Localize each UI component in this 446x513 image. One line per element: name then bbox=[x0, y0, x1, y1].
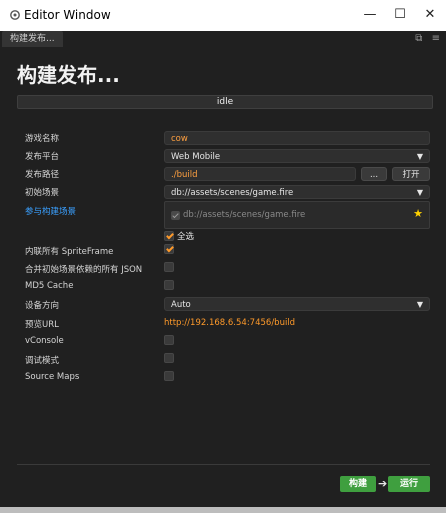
platform-select[interactable]: Web Mobile ▼ bbox=[164, 149, 430, 163]
popout-icon[interactable]: ⧉ bbox=[415, 33, 422, 44]
star-icon[interactable]: ★ bbox=[413, 207, 423, 220]
orientation-value: Auto bbox=[171, 300, 191, 310]
vconsole-checkbox[interactable] bbox=[164, 335, 174, 345]
inline-spriteframe-checkbox[interactable] bbox=[164, 244, 174, 254]
arrow-right-icon: ➔ bbox=[378, 477, 388, 490]
build-path-label: 发布路径 bbox=[25, 170, 60, 180]
md5-cache-label: MD5 Cache bbox=[25, 281, 74, 291]
maximize-button[interactable]: ☐ bbox=[385, 6, 415, 24]
select-all-checkbox[interactable] bbox=[164, 231, 174, 241]
start-scene-value: db://assets/scenes/game.fire bbox=[171, 188, 294, 198]
run-button[interactable]: 运行 bbox=[388, 476, 430, 492]
scene-path: db://assets/scenes/game.fire bbox=[183, 210, 306, 220]
debug-mode-label: 调试模式 bbox=[25, 356, 60, 366]
game-name-label: 游戏名称 bbox=[25, 134, 60, 144]
preview-url-link[interactable]: http://192.168.6.54:7456/build bbox=[164, 318, 295, 328]
source-maps-label: Source Maps bbox=[25, 372, 80, 382]
title-bar: Editor Window — ☐ ✕ bbox=[0, 0, 446, 31]
build-scenes-label: 参与构建场景 bbox=[25, 207, 77, 217]
scene-checkbox[interactable] bbox=[171, 211, 180, 220]
page-title: 构建发布... bbox=[17, 63, 120, 87]
game-name-input[interactable]: cow bbox=[164, 131, 430, 145]
orientation-label: 设备方向 bbox=[25, 301, 60, 311]
chevron-down-icon: ▼ bbox=[416, 152, 423, 161]
close-button[interactable]: ✕ bbox=[415, 6, 445, 24]
inline-spriteframe-label: 内联所有 SpriteFrame bbox=[25, 247, 114, 257]
select-all-label: 全选 bbox=[177, 232, 195, 242]
platform-value: Web Mobile bbox=[171, 152, 221, 162]
window-bottom-edge bbox=[0, 507, 446, 513]
chevron-down-icon: ▼ bbox=[416, 188, 423, 197]
tab-build-publish[interactable]: 构建发布... bbox=[2, 31, 63, 47]
window-title: Editor Window bbox=[24, 8, 111, 22]
orientation-select[interactable]: Auto ▼ bbox=[164, 297, 430, 311]
minimize-button[interactable]: — bbox=[355, 6, 385, 24]
start-scene-label: 初始场景 bbox=[25, 188, 60, 198]
merge-json-label: 合并初始场景依赖的所有 JSON bbox=[25, 265, 143, 275]
editor-window: Editor Window — ☐ ✕ 构建发布... ⧉ ≡ 构建发布... … bbox=[0, 0, 446, 513]
menu-icon[interactable]: ≡ bbox=[432, 33, 440, 44]
tab-actions: ⧉ ≡ bbox=[415, 33, 440, 44]
open-folder-button[interactable]: 打开 bbox=[392, 167, 430, 181]
platform-label: 发布平台 bbox=[25, 152, 60, 162]
source-maps-checkbox[interactable] bbox=[164, 371, 174, 381]
footer-divider bbox=[17, 464, 430, 465]
browse-button[interactable]: ... bbox=[361, 167, 387, 181]
build-progress-bar: idle bbox=[17, 95, 433, 109]
build-path-input[interactable]: ./build bbox=[164, 167, 356, 181]
merge-json-checkbox[interactable] bbox=[164, 262, 174, 272]
build-button[interactable]: 构建 bbox=[340, 476, 376, 492]
debug-mode-checkbox[interactable] bbox=[164, 353, 174, 363]
vconsole-label: vConsole bbox=[25, 336, 64, 346]
scene-list: db://assets/scenes/game.fire ★ bbox=[164, 201, 430, 229]
app-icon bbox=[10, 10, 20, 20]
md5-cache-checkbox[interactable] bbox=[164, 280, 174, 290]
tab-bar: 构建发布... ⧉ ≡ bbox=[0, 31, 446, 48]
preview-url-label: 预览URL bbox=[25, 320, 59, 330]
start-scene-select[interactable]: db://assets/scenes/game.fire ▼ bbox=[164, 185, 430, 199]
chevron-down-icon: ▼ bbox=[416, 300, 423, 309]
build-panel: 构建发布... idle 游戏名称 cow 发布平台 Web Mobile ▼ … bbox=[0, 47, 446, 513]
build-status-text: idle bbox=[216, 97, 234, 107]
